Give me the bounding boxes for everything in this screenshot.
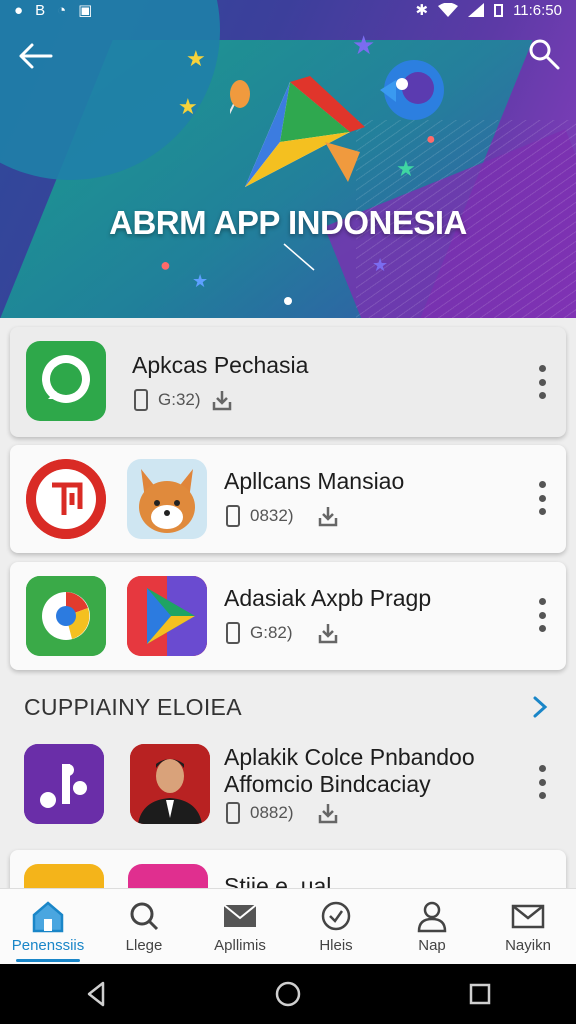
- app-icon: [26, 341, 106, 421]
- nav-item-history[interactable]: Hleis: [288, 889, 384, 964]
- chevron-right-icon[interactable]: [530, 694, 550, 720]
- app-icon: [127, 459, 207, 539]
- mail-icon: [223, 904, 257, 927]
- nav-label: Penenssiis: [11, 937, 85, 954]
- app-icon: [130, 744, 210, 824]
- status-icon: ●: [14, 1, 24, 19]
- fox-icon: [139, 469, 195, 533]
- signal-icon: [468, 3, 485, 17]
- app-icon: [26, 576, 106, 656]
- nav-item-apps[interactable]: Apllimis: [192, 889, 288, 964]
- phone-icon: [226, 505, 240, 527]
- phone-icon: [226, 802, 240, 824]
- nav-item-messages[interactable]: Nayikn: [480, 889, 576, 964]
- sparkle-line: [283, 243, 315, 271]
- app-name: Adasiak Axpb Pragp: [224, 585, 432, 611]
- status-time: 11:6:50: [513, 1, 562, 19]
- app-name: Apkcas Pechasia: [132, 352, 309, 378]
- section-title: CUPPIAINY ELOIEA: [24, 694, 242, 720]
- active-indicator: [16, 959, 80, 962]
- rocket-illustration: [380, 60, 444, 120]
- app-list[interactable]: Apkcas Pechasia G:32) Apllcans Mansiao 0…: [0, 318, 576, 888]
- download-icon[interactable]: [211, 389, 233, 411]
- nav-label: Nayikn: [505, 937, 551, 954]
- app-size: G:82): [250, 623, 293, 642]
- chat-bubble-icon: [42, 355, 90, 403]
- app-meta: G:82): [226, 622, 339, 644]
- nav-item-profile[interactable]: Nap: [384, 889, 480, 964]
- app-size: 0832): [250, 506, 294, 525]
- nav-label: Hleis: [319, 937, 353, 954]
- carousel-indicator[interactable]: [284, 297, 292, 305]
- nav-item-search[interactable]: Llege: [96, 889, 192, 964]
- star-icon: ★: [186, 46, 206, 71]
- star-icon: ★: [192, 271, 209, 291]
- app-name-line1: Aplakik Colce Pnbandoo: [224, 744, 475, 770]
- status-bar: ● B ◔ ▣ ✱ 11:6:50: [0, 0, 576, 20]
- app-card[interactable]: Adasiak Axpb Pragp G:82): [10, 562, 566, 670]
- star-icon: ★: [372, 255, 389, 275]
- app-card[interactable]: Stiie e. ual: [10, 850, 566, 888]
- nav-label: Nap: [418, 937, 446, 954]
- app-icon: [127, 576, 207, 656]
- app-icon: [24, 744, 104, 824]
- bottom-navigation: Penenssiis Llege Apllimis Hleis Nap Nayi…: [0, 888, 576, 964]
- status-icon: ◔: [57, 1, 67, 19]
- download-icon[interactable]: [317, 505, 339, 527]
- download-icon[interactable]: [317, 622, 339, 644]
- system-navigation-bar: [0, 964, 576, 1024]
- app-meta: G:32): [134, 389, 233, 411]
- clock-icon: [321, 901, 351, 931]
- app-icon: [26, 459, 106, 539]
- hero-banner[interactable]: ★ ★ ★ ★ ★ ★ ● ● ABRM APP INDONESIA: [0, 0, 576, 318]
- star-icon: ★: [178, 94, 198, 119]
- person-icon: [417, 901, 447, 933]
- play-store-icon: [127, 576, 207, 656]
- nav-label: Llege: [125, 937, 163, 954]
- app-meta: 0882): [226, 802, 339, 824]
- music-note-icon: [24, 744, 104, 824]
- wifi-icon: [438, 3, 459, 17]
- search-icon: [130, 902, 159, 931]
- dot-icon: ●: [426, 131, 436, 148]
- more-options-icon[interactable]: [538, 765, 546, 799]
- battery-icon: [494, 3, 504, 17]
- dot-icon: ●: [160, 255, 171, 275]
- search-icon[interactable]: [528, 38, 560, 70]
- portrait-image: [130, 744, 210, 824]
- nav-label: Apllimis: [214, 937, 266, 954]
- system-recents-icon[interactable]: [465, 979, 495, 1009]
- app-icon: [24, 864, 104, 888]
- app-meta: 0832): [226, 505, 339, 527]
- app-size: G:32): [158, 390, 201, 409]
- app-name-line2: Affomcio Bindcaciay: [224, 771, 431, 797]
- hero-title: ABRM APP INDONESIA: [109, 204, 467, 241]
- app-icon: [128, 864, 208, 888]
- app-card[interactable]: Apkcas Pechasia G:32): [10, 327, 566, 437]
- status-icon: B: [35, 1, 46, 19]
- system-home-icon[interactable]: [273, 979, 303, 1009]
- status-icon: ▣: [78, 2, 93, 19]
- app-name: Apllcans Mansiao: [224, 468, 405, 494]
- back-arrow-icon[interactable]: [18, 42, 54, 70]
- star-icon: ★: [396, 156, 416, 181]
- app-name: Stiie e. ual: [224, 873, 332, 888]
- system-back-icon[interactable]: [81, 979, 111, 1009]
- music-app-icon: [26, 459, 106, 539]
- browser-icon: [26, 576, 106, 656]
- nav-item-home[interactable]: Penenssiis: [0, 889, 96, 964]
- phone-icon: [226, 622, 240, 644]
- more-options-icon[interactable]: [538, 598, 546, 632]
- kite-illustration: [230, 76, 365, 187]
- more-options-icon[interactable]: [538, 365, 546, 399]
- more-options-icon[interactable]: [538, 481, 546, 515]
- bluetooth-icon: ✱: [415, 2, 429, 19]
- app-size: 0882): [250, 803, 294, 822]
- download-icon[interactable]: [317, 802, 339, 824]
- envelope-icon: [511, 904, 545, 929]
- home-icon: [32, 901, 64, 933]
- phone-icon: [134, 389, 148, 411]
- app-card[interactable]: Apllcans Mansiao 0832): [10, 445, 566, 553]
